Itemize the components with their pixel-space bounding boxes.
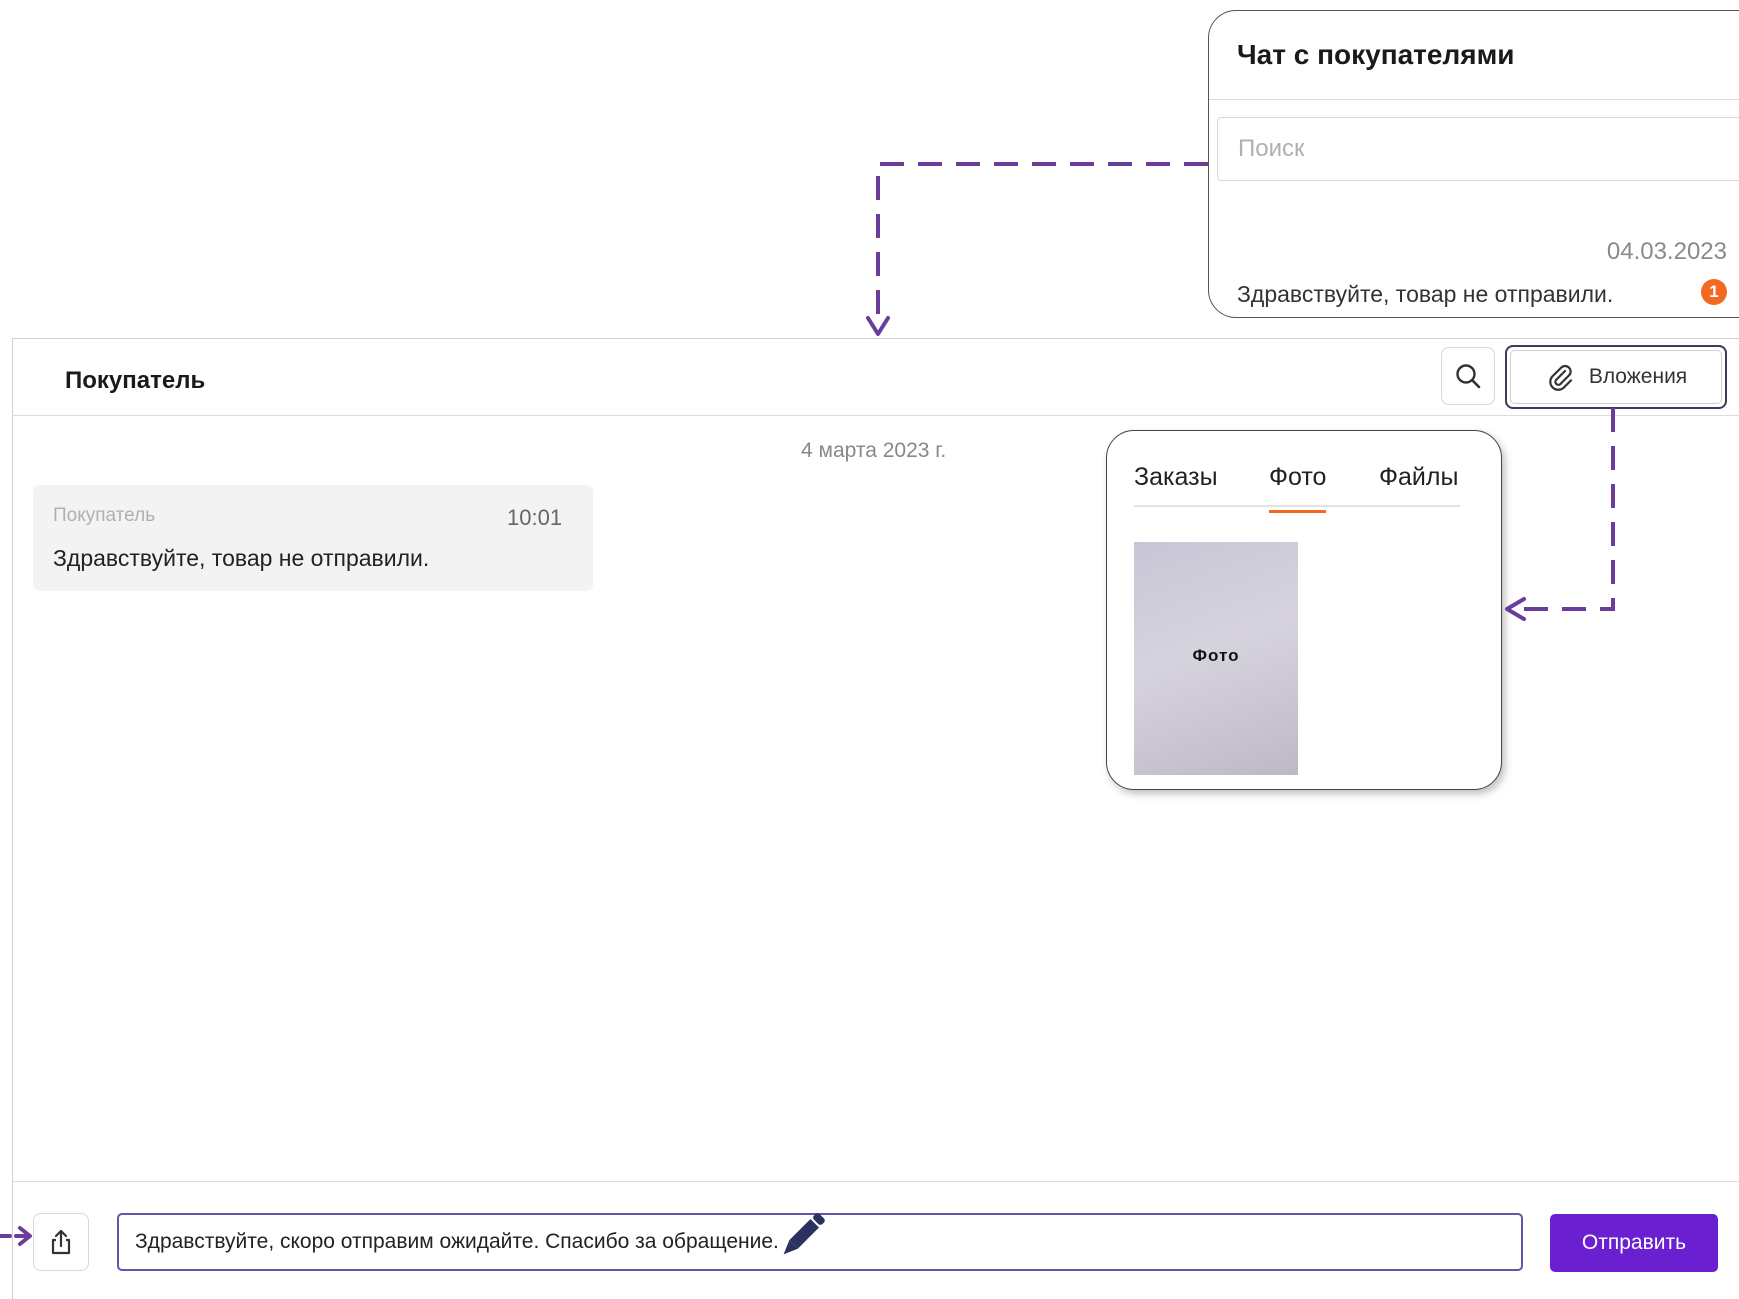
chat-list-title: Чат с покупателями (1237, 39, 1515, 70)
send-button[interactable]: Отправить (1550, 1214, 1718, 1272)
chat-list-card: Чат с покупателями 04.03.2023 Здравствуй… (1208, 10, 1739, 318)
chat-list-item-date: 04.03.2023 (1606, 238, 1727, 265)
photo-thumbnail[interactable]: Фото (1134, 542, 1298, 775)
attachments-button[interactable]: Вложения (1505, 345, 1727, 409)
chat-list-divider (1209, 99, 1739, 100)
chat-list-item-preview: Здравствуйте, товар не отправили. (1237, 281, 1614, 307)
date-separator: 4 марта 2023 г. (801, 439, 947, 462)
paperclip-icon (1549, 364, 1572, 391)
attachments-tabs: Заказы Фото Файлы (1134, 451, 1460, 513)
composer-divider (13, 1181, 1739, 1182)
chat-title: Покупатель (65, 367, 206, 394)
search-icon (1456, 364, 1481, 389)
message-bubble: Покупатель 10:01 Здравствуйте, товар не … (33, 485, 593, 591)
arrow-list-to-chat (876, 162, 1208, 326)
chat-search-input[interactable] (1217, 117, 1739, 181)
tab-photo[interactable]: Фото (1269, 463, 1327, 513)
upload-button[interactable] (33, 1213, 89, 1271)
tab-files[interactable]: Файлы (1379, 463, 1458, 492)
message-time: 10:01 (507, 505, 563, 530)
attachments-popup: Заказы Фото Файлы Фото (1106, 430, 1502, 790)
upload-icon (51, 1229, 71, 1255)
chat-search-button[interactable] (1441, 347, 1495, 405)
message-sender: Покупатель (53, 505, 156, 526)
message-text: Здравствуйте, товар не отправили. (53, 545, 430, 571)
chat-list-item[interactable]: 04.03.2023 Здравствуйте, товар не отправ… (1209, 211, 1729, 311)
photo-label: Фото (1192, 646, 1240, 665)
pencil-icon (783, 1213, 825, 1255)
chat-header: Покупатель Вложения (13, 339, 1739, 416)
tab-orders[interactable]: Заказы (1134, 463, 1218, 492)
unread-badge: 1 (1701, 279, 1727, 305)
arrowhead-down (866, 316, 890, 336)
attachments-button-label: Вложения (1588, 365, 1688, 388)
